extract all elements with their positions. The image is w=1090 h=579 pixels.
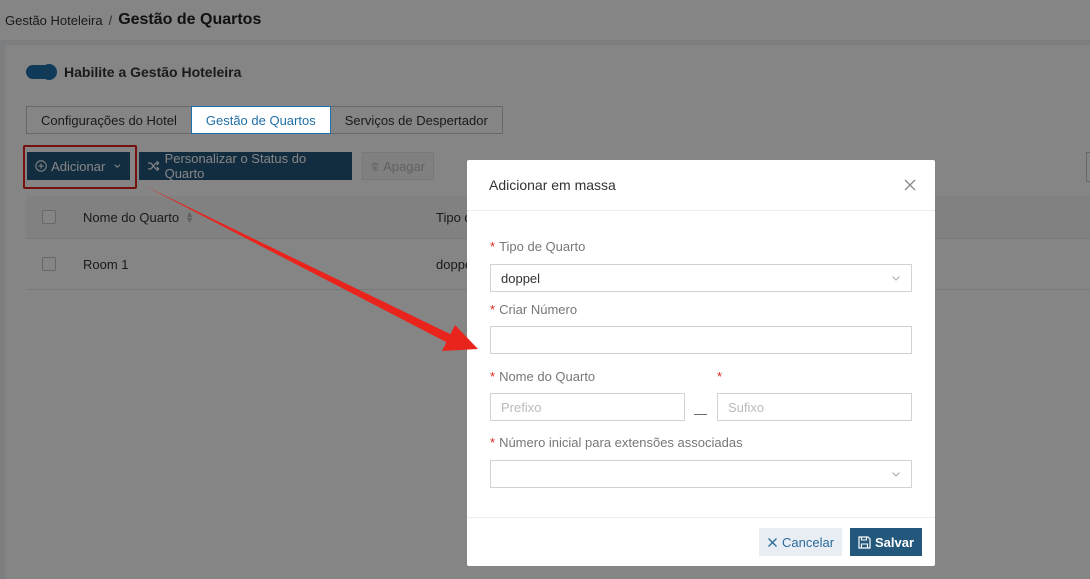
dialog-header: Adicionar em massa [467, 160, 935, 211]
close-icon[interactable] [903, 178, 917, 192]
suffix-input[interactable]: Sufixo [717, 393, 912, 421]
room-name-label: * Nome do Quarto [490, 369, 596, 384]
range-separator: — [694, 406, 707, 421]
dialog-footer: Cancelar Salvar [467, 517, 935, 566]
cancel-button[interactable]: Cancelar [759, 528, 843, 556]
extension-start-select[interactable] [490, 460, 912, 488]
tab-room-management[interactable]: Gestão de Quartos [190, 106, 331, 134]
chevron-down-icon [892, 472, 900, 477]
room-type-select[interactable]: doppel [490, 264, 912, 292]
extension-start-label: * Número inicial para extensões associada… [490, 435, 743, 450]
save-button[interactable]: Salvar [850, 528, 923, 556]
room-type-label: * Tipo de Quarto [490, 239, 586, 254]
create-number-label: * Criar Número [490, 302, 578, 317]
bulk-add-dialog: Adicionar em massa * Tipo de Quarto doppe… [467, 160, 935, 566]
chevron-down-icon [892, 276, 900, 281]
create-number-input[interactable] [490, 326, 912, 354]
suffix-label: * [717, 369, 723, 384]
room-type-value: doppel [501, 270, 541, 286]
prefix-input[interactable]: Prefixo [490, 393, 685, 421]
dialog-title: Adicionar em massa [489, 177, 616, 193]
floppy-disk-icon [858, 535, 871, 549]
close-icon [768, 537, 777, 547]
save-button-label: Salvar [875, 534, 915, 550]
cancel-button-label: Cancelar [782, 534, 835, 550]
